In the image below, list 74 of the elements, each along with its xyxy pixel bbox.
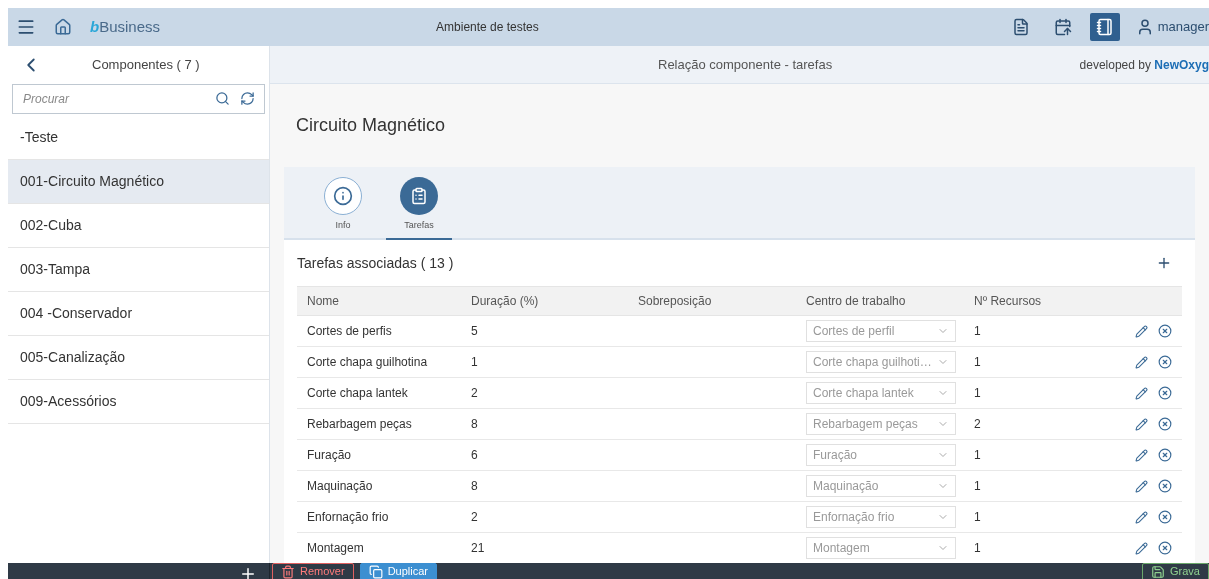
column-header: Sobreposição [637, 293, 713, 310]
delete-icon[interactable] [1158, 479, 1172, 493]
sidebar-title: Componentes ( 7 ) [92, 56, 200, 75]
user-menu[interactable]: manager [1135, 17, 1209, 37]
table-cell-text: 2 [973, 416, 982, 433]
column-header: Centro de trabalho [805, 293, 907, 310]
column-header: Duração (%) [470, 293, 540, 310]
table-cell-text: 1 [973, 540, 982, 557]
credit-text: developed by NewOxyg [1079, 56, 1209, 74]
delete-icon[interactable] [1158, 417, 1172, 431]
table-cell-text: 2 [470, 385, 479, 402]
delete-icon[interactable] [1158, 355, 1172, 369]
delete-icon[interactable] [1158, 510, 1172, 524]
edit-icon[interactable] [1135, 324, 1148, 338]
copy-icon [368, 565, 383, 579]
table-cell-text: Corte chapa lantek [306, 385, 409, 402]
document-icon[interactable] [1011, 18, 1030, 36]
app-logo: bBusiness [90, 16, 161, 37]
column-header: Nome [306, 293, 340, 310]
edit-icon[interactable] [1135, 510, 1148, 524]
table-cell-text: 1 [973, 447, 982, 464]
delete-icon[interactable] [1158, 541, 1172, 555]
table-cell-text: 1 [973, 478, 982, 495]
table-title: Tarefas associadas ( 13 ) [297, 253, 454, 273]
refresh-icon[interactable] [240, 91, 255, 106]
delete-icon[interactable] [1158, 324, 1172, 338]
table-cell-text: Montagem [306, 540, 365, 557]
save-icon [1151, 565, 1166, 579]
table-cell-text: Enfornação frio [306, 509, 390, 526]
table-cell-text: 5 [470, 323, 479, 340]
notebook-icon [1095, 18, 1114, 36]
menu-icon[interactable] [16, 17, 36, 37]
footer-button[interactable]: Grava [1142, 563, 1209, 579]
column-header: Nº Recursos [973, 293, 1043, 310]
edit-icon[interactable] [1135, 448, 1148, 462]
add-icon[interactable] [1156, 255, 1172, 271]
table-cell-text: 1 [470, 354, 479, 371]
table-cell-text: Rebarbagem peças [306, 416, 413, 433]
edit-icon[interactable] [1135, 355, 1148, 369]
icon-tab[interactable]: Info [310, 176, 376, 238]
add-icon[interactable] [239, 565, 257, 579]
table-cell-text: 21 [470, 540, 486, 557]
environment-label: Ambiente de testes [436, 19, 539, 36]
edit-icon[interactable] [1135, 417, 1148, 431]
calendar-icon[interactable] [1053, 18, 1072, 36]
object-title: Circuito Magnético [296, 114, 446, 137]
table-cell-text: Furação [306, 447, 353, 464]
edit-icon[interactable] [1135, 479, 1148, 493]
table-cell-text: 6 [470, 447, 479, 464]
table-cell-text: Corte chapa guilhotina [306, 354, 429, 371]
delete-icon[interactable] [1158, 386, 1172, 400]
table-cell-text: Cortes de perfis [306, 323, 393, 340]
notebook-button[interactable] [1089, 13, 1120, 41]
table-cell-text: 1 [973, 509, 982, 526]
info-icon [333, 185, 353, 206]
search-field[interactable]: Procurar [12, 84, 265, 114]
page-subtitle: Relação componente - tarefas [658, 55, 833, 74]
trash-icon [281, 565, 295, 579]
table-cell-text: 1 [973, 354, 982, 371]
clipboard-icon [410, 186, 428, 205]
table-cell-text: 1 [973, 323, 982, 340]
delete-icon[interactable] [1158, 448, 1172, 462]
table-cell-text: 2 [470, 509, 479, 526]
table-cell-text: 8 [470, 478, 479, 495]
footer-button[interactable]: Duplicar [359, 563, 437, 579]
table-cell-text: 1 [973, 385, 982, 402]
home-icon[interactable] [54, 18, 72, 36]
table-cell-text: 8 [470, 416, 479, 433]
sidebar-item[interactable]: 001-Circuito Magnético [8, 160, 269, 204]
edit-icon[interactable] [1135, 541, 1148, 555]
table-cell-text: Maquinação [306, 478, 374, 495]
edit-icon[interactable] [1135, 386, 1148, 400]
search-icon[interactable] [215, 91, 230, 106]
footer-button[interactable]: Remover [272, 563, 354, 579]
